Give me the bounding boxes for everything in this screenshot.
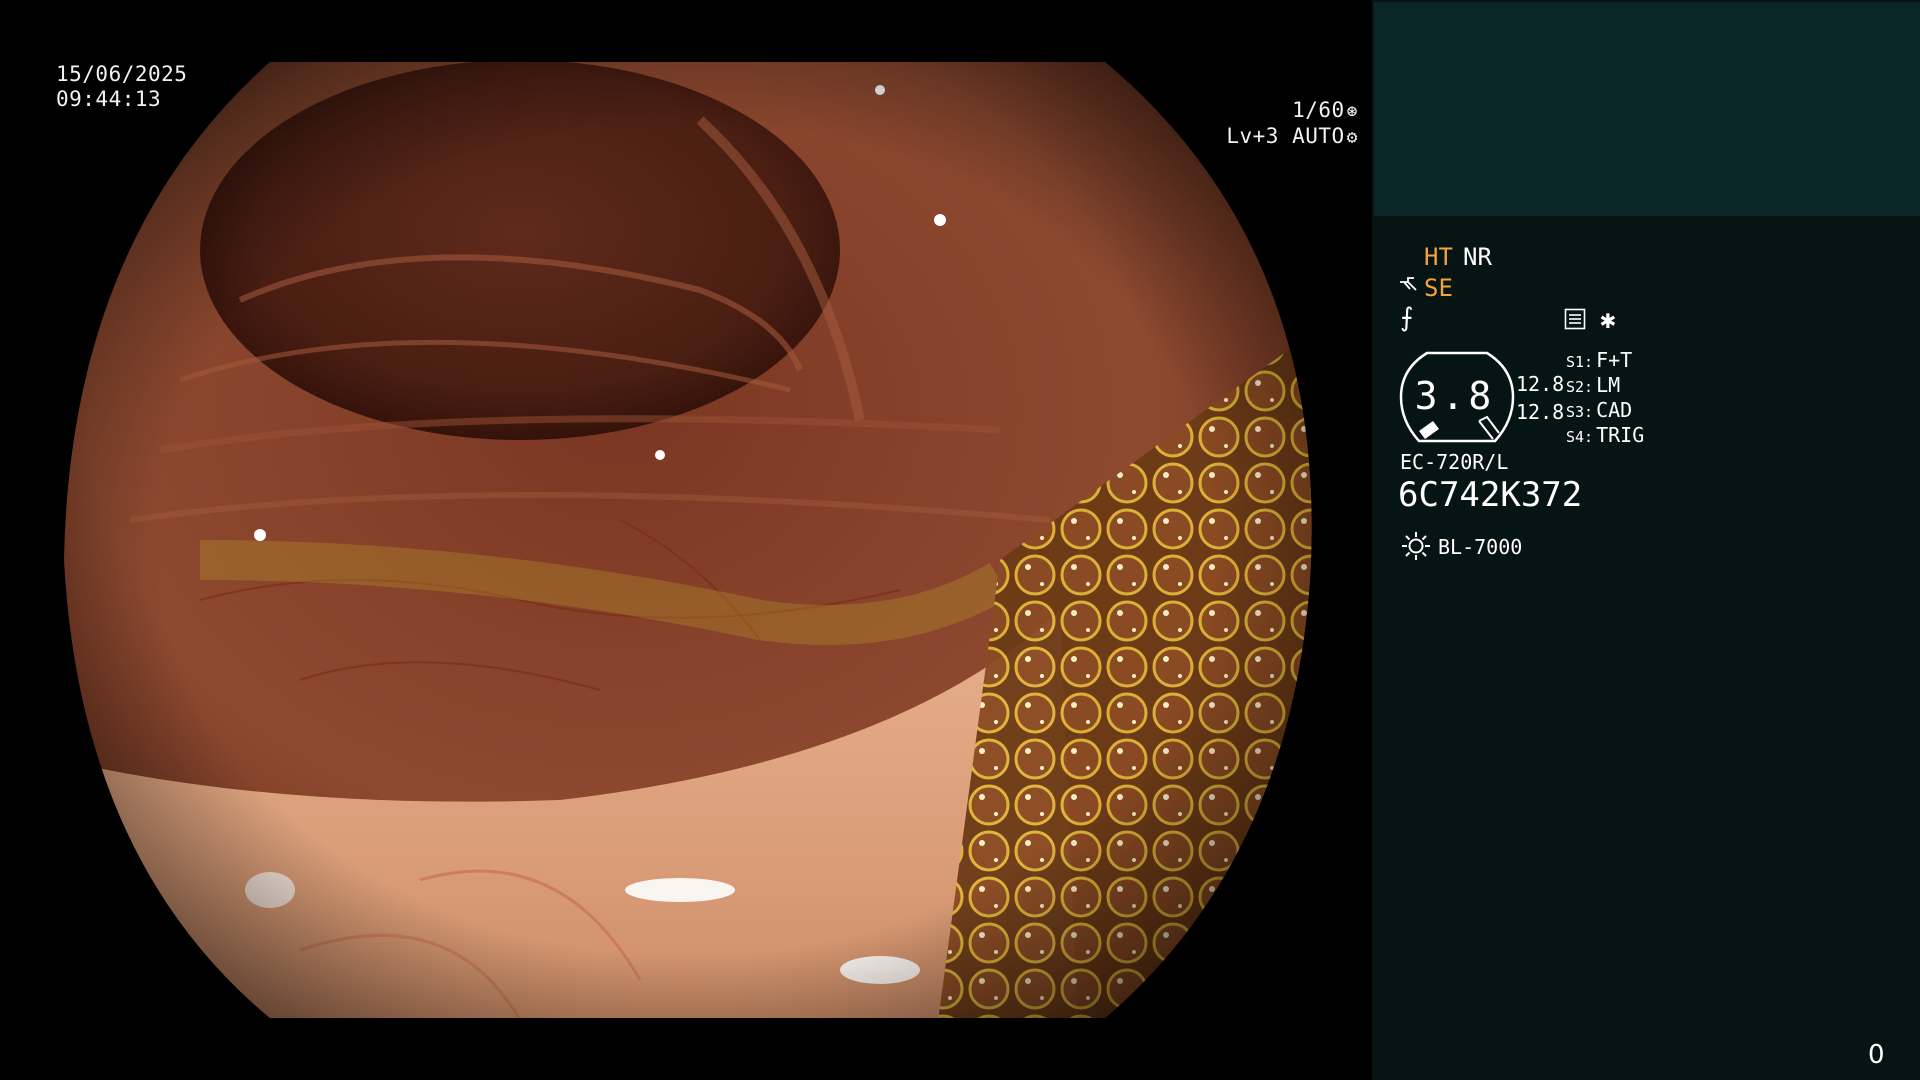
time-text: 09:44:13 bbox=[56, 87, 162, 111]
zoom-value: 3.8 bbox=[1414, 374, 1496, 418]
scope-model: EC-720R/L bbox=[1400, 450, 1509, 474]
date-text: 15/06/2025 bbox=[56, 62, 188, 86]
menu-list-icon bbox=[1564, 308, 1586, 330]
switch-s3: S3: CAD bbox=[1566, 398, 1633, 422]
aperture-icon: ⊛ bbox=[1346, 101, 1358, 122]
iris-level-text: Lv+3 bbox=[1226, 124, 1279, 148]
switch-s1: S1: F+T bbox=[1566, 348, 1633, 372]
shutter-text: 1/60 bbox=[1292, 98, 1345, 122]
nr-indicator: NR bbox=[1463, 243, 1492, 271]
zoom-readout-2: 12.8 bbox=[1516, 400, 1565, 424]
star-icon: ✱ bbox=[1600, 305, 1616, 335]
sun-icon bbox=[1402, 532, 1430, 560]
zoom-readout-1: 12.8 bbox=[1516, 372, 1565, 396]
iris-mode-text: AUTO bbox=[1292, 124, 1345, 148]
structure-enhance-icon bbox=[1400, 277, 1417, 291]
panel-header-area bbox=[1374, 2, 1920, 216]
endoscopic-image bbox=[64, 62, 1312, 1018]
ht-indicator: HT bbox=[1424, 243, 1453, 271]
light-source: BL-7000 bbox=[1438, 535, 1523, 559]
endoscopic-view: 15/06/2025 09:44:13 1/60 ⊛ Lv+3 AUTO ⚙ bbox=[0, 0, 1372, 1080]
gear-icon: ⚙ bbox=[1346, 127, 1358, 148]
se-indicator: SE bbox=[1424, 274, 1453, 302]
switch-s4: S4: TRIG bbox=[1566, 423, 1645, 447]
exposure-readout: 1/60 ⊛ Lv+3 AUTO ⚙ bbox=[1098, 98, 1358, 150]
image-counter: 0 bbox=[1868, 1040, 1885, 1070]
date-time-readout: 15/06/2025 09:44:13 bbox=[56, 62, 187, 112]
info-panel: HT NR SE ⨍ ✱ 3.8 12.8 12.8 S1: F+T S2: LM … bbox=[1372, 0, 1920, 1080]
color-enhance-icon: ⨍ bbox=[1400, 303, 1414, 333]
switch-s2: S2: LM bbox=[1566, 373, 1621, 397]
serial-number: 6C742K372 bbox=[1398, 475, 1583, 515]
